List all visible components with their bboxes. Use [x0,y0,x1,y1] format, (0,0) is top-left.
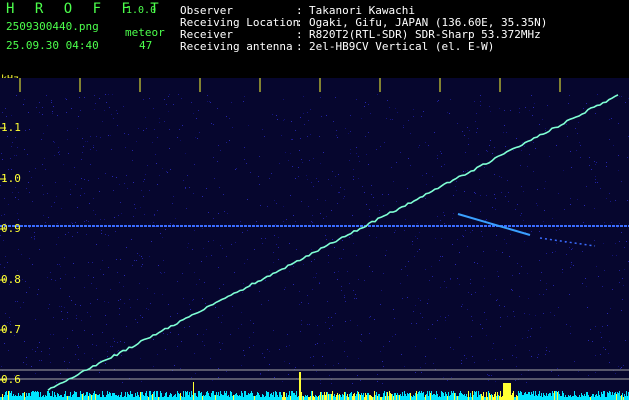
info-key-antenna: Receiving antenna [180,40,293,53]
frequency-tick-label: 1.1 [1,121,21,134]
frequency-tick-label: 0.9 [1,222,21,235]
app-version: 1.0.0 [126,5,157,16]
frequency-tick-label: 0.6 [1,373,21,386]
observation-datetime: 25.09.30 04:40 [6,39,99,52]
detection-label: meteor [125,26,165,39]
spectrogram-background [0,78,629,400]
frequency-tick-label: 0.8 [1,273,21,286]
header-panel: H R O F F T 1.0.0 2509300440.png 25.09.3… [0,0,629,78]
info-value-antenna: 2el-HB9CV Vertical (el. E-W) [309,40,495,53]
info-sep-4: : [296,40,303,53]
frequency-tick-label: 0.7 [1,323,21,336]
frequency-tick-label: 1.0 [1,172,21,185]
spectrogram-plot [0,78,629,400]
detection-count: 47 [139,39,153,52]
image-filename: 2509300440.png [6,20,99,33]
